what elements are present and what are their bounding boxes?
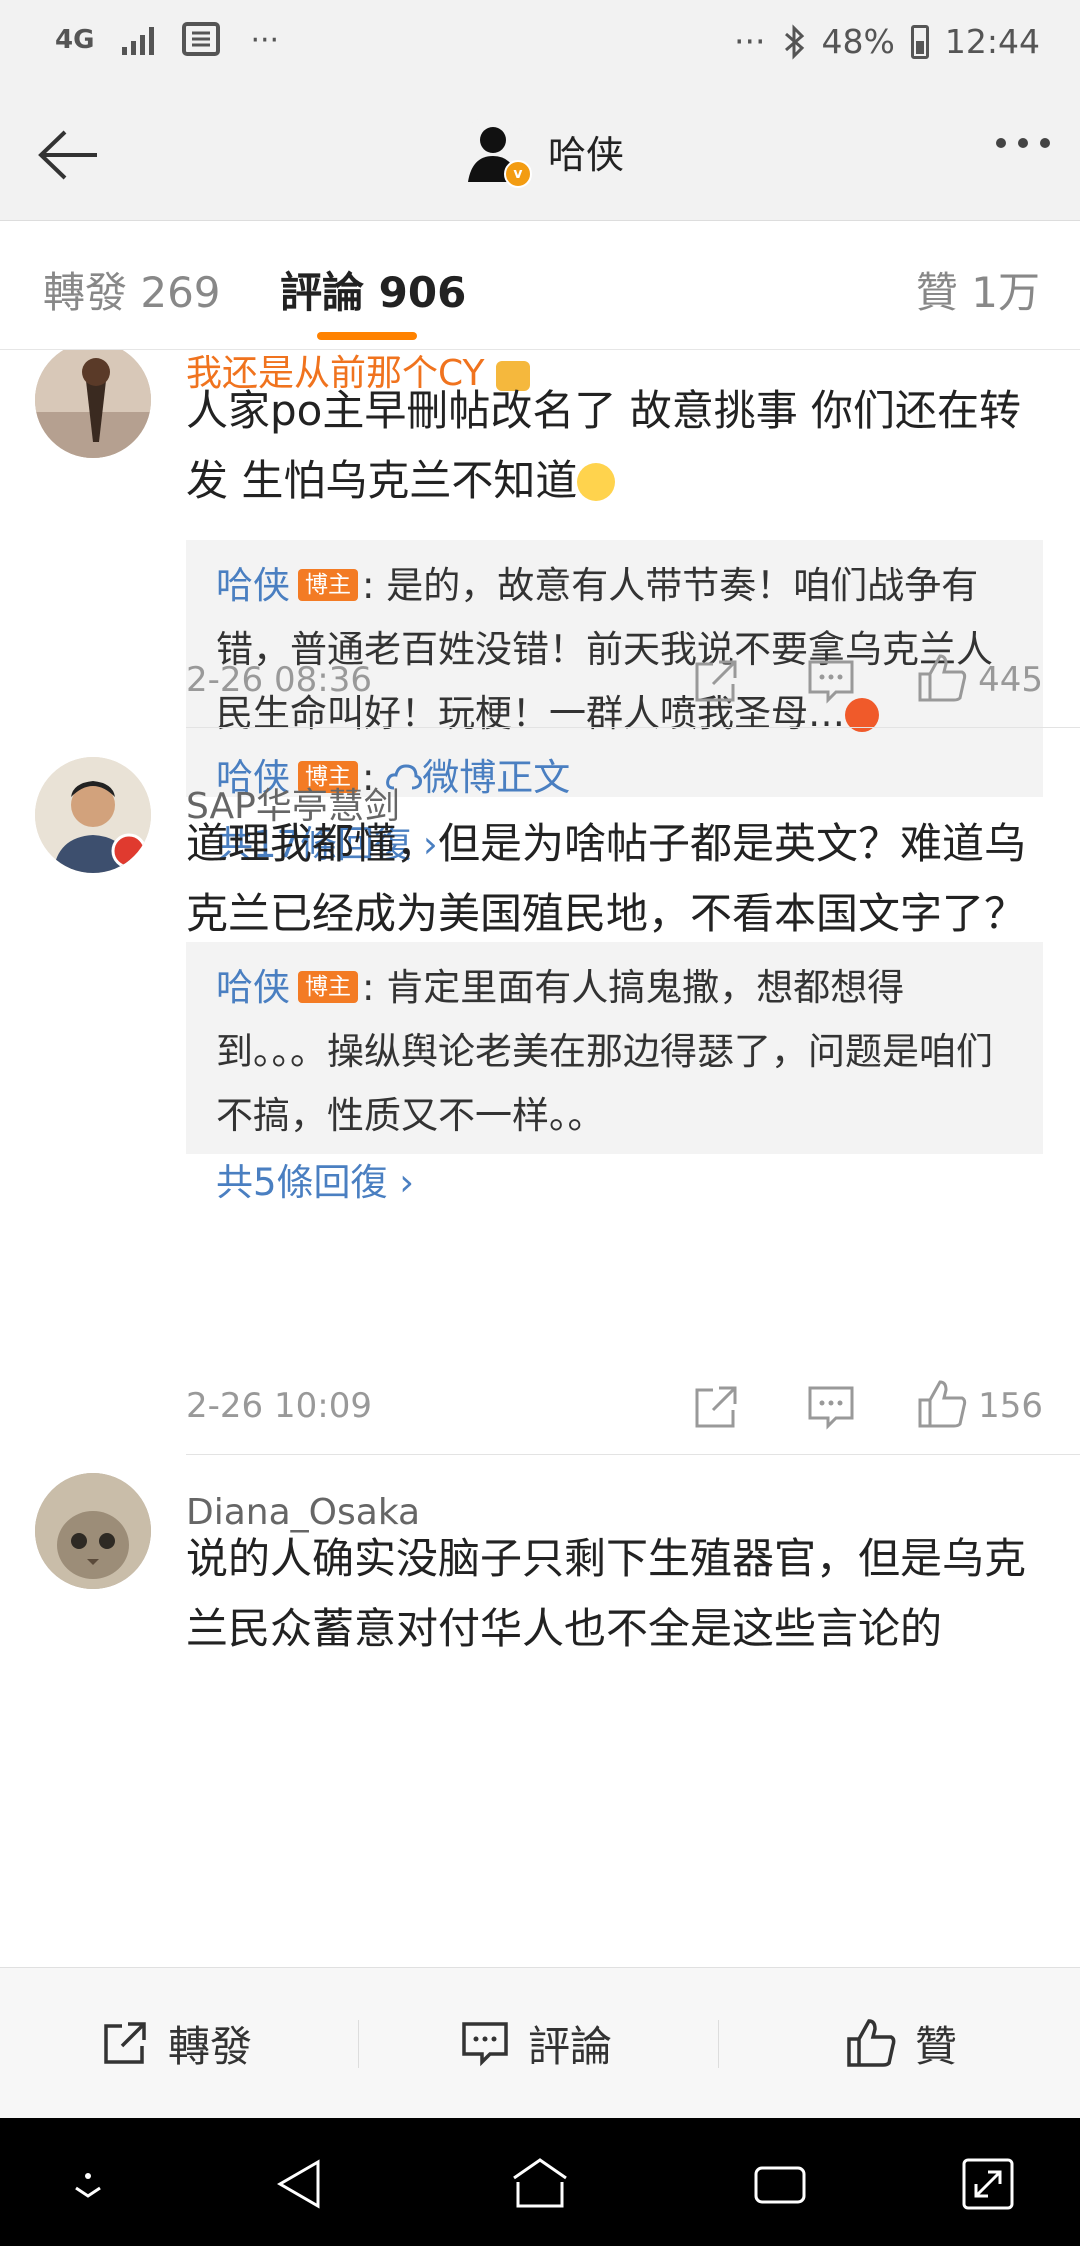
avatar-image [35,350,151,458]
news-icon [182,22,221,56]
laughing-emoji-icon [577,463,616,501]
comment-icon[interactable] [806,656,856,706]
repost-icon [104,2022,146,2064]
repost-button[interactable]: 轉發 [100,1968,252,2118]
comment-list[interactable]: 我还是从前那个CY 人家po主早刪帖改名了 故意挑事 你们还在转发 生怕乌克兰不… [0,350,1080,1967]
like-label: 贊 [915,2021,958,2071]
divider [186,727,1080,728]
recent-apps-icon[interactable] [750,2154,810,2214]
more-notifications: ··· [734,22,766,61]
like-count: 445 [978,660,1043,700]
comment-meta: 2-26 10:09 156 [186,1378,1043,1438]
network-indicator: 4G [55,25,95,55]
like-count: 156 [978,1386,1043,1426]
avatar[interactable] [35,1473,151,1589]
battery-percent: 48% [821,22,895,61]
more-replies-link[interactable]: 共5條回復 › [216,1148,1013,1218]
title-user[interactable]: v 哈侠 [458,116,625,188]
avatar[interactable] [35,757,151,873]
system-nav-bar [0,2118,1080,2246]
comment-label: 評論 [528,2021,613,2071]
avatar-image [35,757,151,873]
comment-time: 2-26 08:36 [186,660,372,700]
comment-meta: 2-26 08:36 445 [186,652,1043,712]
tab-bar: 轉發 269 評論 906 贊 1万 [0,221,1080,350]
tab-comments[interactable]: 評論 906 [280,259,466,320]
tab-likes[interactable]: 贊 1万 [916,259,1040,320]
expand-icon[interactable] [958,2154,1018,2214]
notification-dots: ··· [250,22,280,58]
divider [186,1454,1080,1455]
clock: 12:44 [944,22,1040,61]
avatar[interactable] [35,350,151,458]
back-icon[interactable] [270,2154,330,2214]
comment-text: 道理我都懂，但是为啥帖子都是英文？难道乌克兰已经成为美国殖民地，不看本国文字了？ [186,819,1027,938]
reply-box[interactable]: 哈侠 博主: 肯定里面有人搞鬼撒，想都想得到。。。操纵舆论老美在那边得瑟了，问题是… [186,942,1043,1204]
battery-icon [910,24,929,59]
comment-button[interactable]: 評論 [460,1968,612,2118]
like-icon[interactable] [916,652,968,704]
like-icon[interactable] [916,1378,968,1430]
more-options-icon[interactable] [996,138,1050,148]
share-icon[interactable] [691,656,741,706]
like-icon [847,2019,896,2067]
author-badge: 博主 [298,569,358,601]
action-bar: 轉發 評論 贊 [0,1967,1080,2118]
share-icon[interactable] [691,1382,741,1432]
status-bar: 4G ··· ··· 48% 12:44 [0,0,1080,92]
comment-icon[interactable] [806,1382,856,1432]
home-icon[interactable] [510,2154,570,2214]
page-title: 哈侠 [548,132,625,177]
tab-reposts[interactable]: 轉發 269 [43,259,221,320]
bluetooth-icon [784,23,804,60]
verified-badge-icon: v [504,160,532,188]
avatar[interactable]: v [458,116,532,188]
reply-item: 哈侠 博主: 肯定里面有人搞鬼撒，想都想得到。。。操纵舆论老美在那边得瑟了，问题是… [216,956,1013,1148]
back-arrow-icon[interactable] [25,120,105,190]
author-badge: 博主 [298,971,358,1003]
weibo-post-link[interactable]: 微博正文 [386,756,570,799]
hide-keyboard-icon[interactable] [58,2154,118,2214]
active-tab-indicator [317,332,417,340]
comment-time: 2-26 10:09 [186,1386,372,1426]
weibo-post-link-text[interactable]: 微博正文 [422,756,570,799]
like-button[interactable]: 贊 [845,1968,957,2118]
repost-label: 轉發 [168,2021,253,2071]
avatar-image [35,1473,151,1589]
separator [358,2020,359,2068]
comment-text: 人家po主早刪帖改名了 故意挑事 你们还在转发 生怕乌克兰不知道 [186,376,1046,516]
reply-author[interactable]: 哈侠 [216,564,290,607]
reply-item: 哈侠 博主: 是的，故意有人带节奏！咱们战争有错，普通老百姓没错！前天我说不要拿乌… [216,554,1013,746]
reply-author[interactable]: 哈侠 [216,966,290,1009]
signal-icon [122,25,155,55]
comment-icon [462,2022,508,2067]
separator [718,2020,719,2068]
title-bar: v 哈侠 [0,92,1080,221]
comment-text: 说的人确实没脑子只剩下生殖器官，但是乌克兰民众蓄意对付华人也不全是这些言论的 [186,1534,1027,1653]
